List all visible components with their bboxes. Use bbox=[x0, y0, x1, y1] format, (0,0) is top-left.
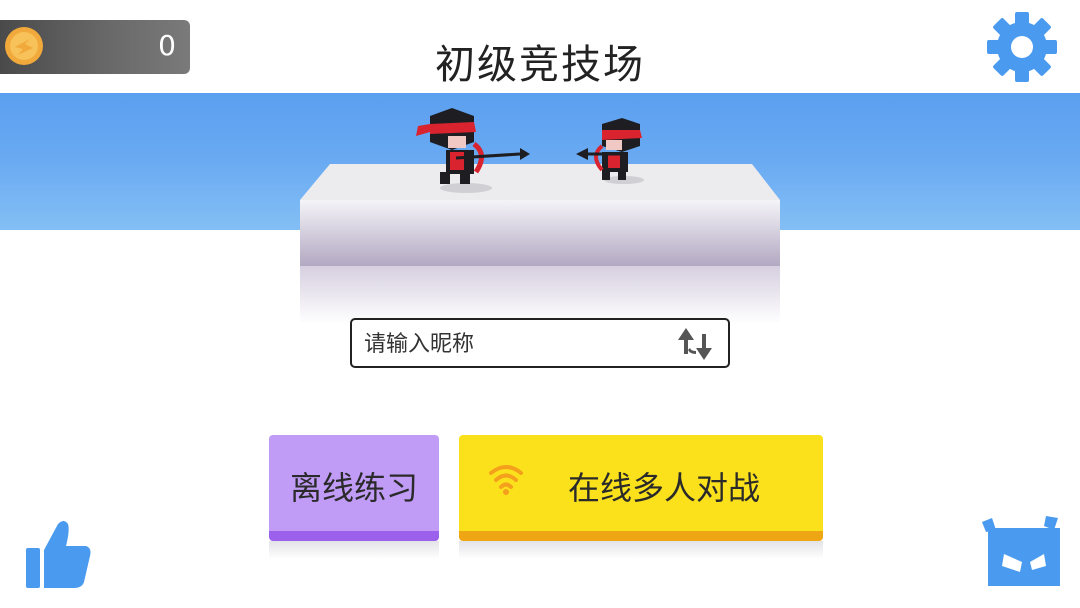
online-battle-button[interactable]: 在线多人对战 bbox=[459, 435, 823, 559]
online-battle-label: 在线多人对战 bbox=[567, 469, 760, 507]
ninja-face-icon[interactable] bbox=[980, 514, 1064, 588]
thumbs-up-icon[interactable] bbox=[24, 518, 94, 590]
offline-practice-label: 离线练习 bbox=[289, 469, 418, 507]
page-title: 初级竞技场 bbox=[435, 42, 645, 88]
shuffle-arrows-icon[interactable] bbox=[674, 324, 716, 364]
wifi-icon bbox=[489, 465, 523, 495]
button-reflection bbox=[269, 541, 439, 559]
nickname-input[interactable] bbox=[364, 326, 664, 362]
gear-icon[interactable] bbox=[985, 10, 1059, 84]
arena-stage bbox=[300, 108, 780, 324]
nickname-field[interactable] bbox=[350, 318, 730, 368]
offline-practice-button[interactable]: 离线练习 bbox=[269, 435, 439, 559]
button-reflection bbox=[459, 541, 823, 559]
